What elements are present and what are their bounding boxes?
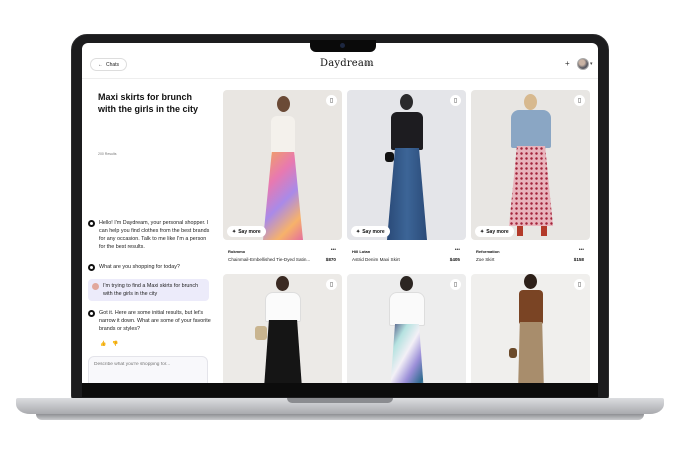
chat-message: Got it. Here are some initial results, b… [88, 309, 214, 333]
chats-label: Chats [106, 61, 120, 68]
product-brand: Reformation [476, 249, 500, 254]
say-more-label: Say more [486, 228, 509, 235]
tie-dye-skirt [263, 152, 303, 240]
message-text: I'm trying to find a Maxi skirts for bru… [103, 283, 199, 297]
product-card[interactable]: ▯ [347, 274, 466, 383]
avatar[interactable] [577, 58, 589, 70]
product-name[interactable]: Zoe Skirt [476, 257, 568, 262]
product-brand: Rokmmo [228, 249, 246, 254]
model-head [277, 96, 290, 112]
app-screen: ← Chats Daydream BETA + ▾ Maxi skirts fo… [82, 43, 598, 383]
thumbs-up-icon[interactable]: 👍 [100, 341, 106, 347]
prompt-input[interactable] [94, 362, 202, 367]
product-image[interactable]: ▯ [223, 274, 342, 383]
message-text: Hello! I'm Daydream, your personal shopp… [99, 220, 210, 250]
say-more-label: Say more [362, 228, 385, 235]
handbag-shape [385, 152, 394, 162]
jacket-shape [391, 112, 423, 150]
product-image[interactable]: ▯ [347, 274, 466, 383]
say-more-label: Say more [238, 228, 261, 235]
camera-notch [310, 40, 376, 52]
shoe-shape [541, 226, 547, 236]
more-icon[interactable]: ••• [331, 247, 336, 253]
plus-icon[interactable]: + [565, 59, 570, 68]
bookmark-icon[interactable]: ▯ [574, 279, 585, 290]
product-image[interactable]: ▯ ✦ Say more [471, 90, 590, 240]
message-text: Got it. Here are some initial results, b… [99, 310, 211, 332]
sparkle-icon: ✦ [480, 228, 485, 235]
product-name[interactable]: Chainmail-Embellished Tie-Dyed Satin... [228, 257, 320, 262]
bookmark-icon[interactable]: ▯ [326, 95, 337, 106]
bookmark-icon[interactable]: ▯ [450, 279, 461, 290]
user-avatar-icon [92, 283, 99, 290]
laptop-chin [82, 383, 598, 397]
product-card[interactable]: ▯ ✦ Say more Reformation ••• Zoe Skirt $1… [471, 90, 590, 262]
daydream-bot-icon [88, 264, 95, 271]
top-shape [271, 116, 295, 156]
laptop-mockup: ← Chats Daydream BETA + ▾ Maxi skirts fo… [0, 0, 680, 475]
laptop-base-shadow [36, 414, 644, 420]
product-card[interactable]: ▯ [223, 274, 342, 383]
shirt-shape [389, 292, 425, 326]
shoe-shape [517, 226, 523, 236]
product-price: $870 [325, 257, 336, 262]
chat-panel: Maxi skirts for brunch with the girls in… [82, 79, 220, 383]
query-title: Maxi skirts for brunch with the girls in… [98, 92, 199, 114]
product-image[interactable]: ▯ ✦ Say more [223, 90, 342, 240]
tote-shape [255, 326, 267, 340]
model-head [400, 94, 413, 110]
composer: ▣ ● ▤ ↑ [88, 356, 208, 383]
say-more-button[interactable]: ✦ Say more [475, 226, 514, 237]
black-skirt [261, 320, 305, 383]
chats-button[interactable]: ← Chats [90, 58, 128, 71]
denim-jacket-shape [511, 110, 551, 148]
sparkle-icon: ✦ [232, 228, 237, 235]
back-arrow-icon: ← [98, 61, 103, 68]
halter-top-shape [519, 290, 543, 324]
say-more-button[interactable]: ✦ Say more [351, 226, 390, 237]
product-image[interactable]: ▯ [471, 274, 590, 383]
more-icon[interactable]: ••• [455, 247, 460, 253]
handbag-shape [509, 348, 517, 358]
midi-skirt [517, 322, 545, 383]
product-card[interactable]: ▯ ✦ Say more Hill Lotan ••• Astrid Denim … [347, 90, 466, 262]
product-price: $405 [449, 257, 460, 262]
trackpad-notch [287, 398, 393, 403]
model-head [524, 94, 537, 110]
printed-skirt [387, 324, 427, 383]
camera-icon [340, 43, 345, 48]
thumbs-down-icon[interactable]: 👎 [112, 341, 118, 347]
bookmark-icon[interactable]: ▯ [326, 279, 337, 290]
chat-message: Hello! I'm Daydream, your personal shopp… [88, 219, 214, 251]
message-text: What are you shopping for today? [99, 264, 180, 270]
product-price: $158 [573, 257, 584, 262]
beta-badge: BETA [364, 62, 373, 66]
daydream-bot-icon [88, 310, 95, 317]
sparkle-icon: ✦ [356, 228, 361, 235]
laptop-base [16, 398, 664, 414]
daydream-bot-icon [88, 220, 95, 227]
model-head [524, 274, 537, 289]
results-count: 200 Results [98, 152, 117, 156]
model-head [400, 276, 413, 291]
chat-message: What are you shopping for today? [88, 263, 214, 271]
bookmark-icon[interactable]: ▯ [450, 95, 461, 106]
product-card[interactable]: ▯ ✦ Say more Rokmmo ••• Chainmail-Embelli… [223, 90, 342, 262]
product-card[interactable]: ▯ [471, 274, 590, 383]
product-image[interactable]: ▯ ✦ Say more [347, 90, 466, 240]
blouse-shape [265, 292, 301, 322]
bookmark-icon[interactable]: ▯ [574, 95, 585, 106]
chevron-down-icon[interactable]: ▾ [590, 61, 593, 67]
more-icon[interactable]: ••• [579, 247, 584, 253]
user-message: I'm trying to find a Maxi skirts for bru… [88, 279, 209, 301]
product-name[interactable]: Astrid Denim Maxi Skirt [352, 257, 444, 262]
say-more-button[interactable]: ✦ Say more [227, 226, 266, 237]
product-brand: Hill Lotan [352, 249, 371, 254]
model-head [276, 276, 289, 291]
denim-skirt [387, 148, 427, 240]
floral-skirt [509, 146, 553, 226]
